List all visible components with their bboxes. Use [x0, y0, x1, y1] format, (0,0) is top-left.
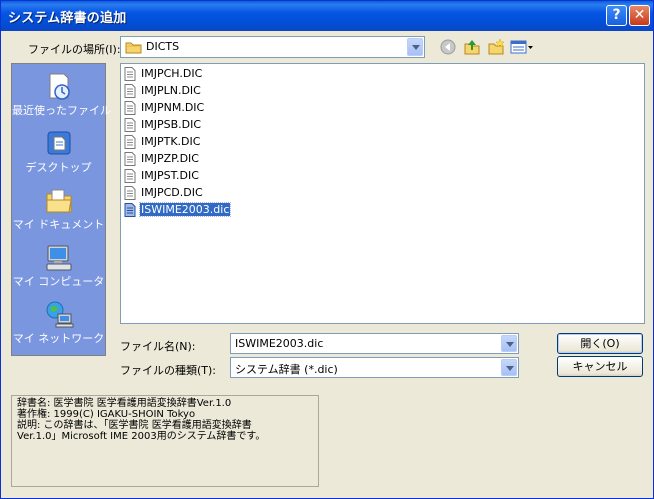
- dictionary-file-icon: [124, 67, 136, 81]
- dictionary-file-icon: [124, 84, 136, 98]
- dictionary-description: 辞書名: 医学書院 医学看護用語変換辞書Ver.1.0 著作権: 1999(C)…: [11, 395, 319, 487]
- cancel-button[interactable]: キャンセル: [557, 356, 643, 377]
- file-item[interactable]: IMJPST.DIC: [124, 168, 364, 184]
- new-folder-icon[interactable]: [487, 38, 505, 56]
- place-label: マイ ネットワーク: [12, 332, 105, 345]
- dictionary-file-icon: [124, 101, 136, 115]
- dictionary-file-icon: [124, 152, 136, 166]
- file-item[interactable]: IMJPSB.DIC: [124, 117, 364, 133]
- description-line: 著作権: 1999(C) IGAKU-SHOIN Tokyo: [17, 409, 196, 420]
- my-network-icon: [46, 301, 74, 328]
- file-item[interactable]: IMJPNM.DIC: [124, 100, 364, 116]
- look-in-label: ファイルの場所(I):: [28, 43, 121, 56]
- place-label: デスクトップ: [25, 161, 92, 174]
- chevron-down-icon[interactable]: [501, 335, 517, 352]
- title-bar[interactable]: システム辞書の追加 ? ✕: [1, 1, 653, 31]
- dictionary-file-icon: [124, 169, 136, 183]
- view-menu-icon[interactable]: [510, 38, 534, 56]
- file-name-input[interactable]: ISWIME2003.dic: [230, 333, 519, 354]
- file-name: IMJPSB.DIC: [141, 118, 202, 131]
- help-button[interactable]: ?: [606, 5, 627, 26]
- chevron-down-icon[interactable]: [407, 38, 423, 56]
- place-my-network[interactable]: マイ ネットワーク: [12, 296, 105, 352]
- file-item[interactable]: IMJPTK.DIC: [124, 134, 364, 150]
- dictionary-file-icon: [124, 118, 136, 132]
- file-item[interactable]: IMJPCD.DIC: [124, 185, 364, 201]
- place-label: マイ コンピュータ: [12, 275, 105, 288]
- file-item[interactable]: IMJPCH.DIC: [124, 66, 364, 82]
- place-recent[interactable]: 最近使ったファイル: [12, 68, 111, 124]
- look-in-value: DICTS: [146, 40, 180, 53]
- open-button[interactable]: 開く(O): [557, 333, 643, 354]
- desktop-icon: [47, 131, 71, 155]
- dictionary-file-icon: [124, 135, 136, 149]
- file-type-value: システム辞書 (*.dic): [235, 363, 338, 376]
- my-documents-icon: [46, 189, 72, 213]
- file-name: IMJPCH.DIC: [141, 67, 203, 80]
- file-item[interactable]: IMJPZP.DIC: [124, 151, 364, 167]
- description-line: 辞書名: 医学書院 医学看護用語変換辞書Ver.1.0: [17, 398, 232, 409]
- file-item[interactable]: IMJPLN.DIC: [124, 83, 364, 99]
- file-name: IMJPCD.DIC: [141, 186, 203, 199]
- description-line: Ver.1.0」Microsoft IME 2003用のシステム辞書です。: [17, 431, 266, 442]
- add-system-dictionary-dialog: システム辞書の追加 ? ✕ ファイルの場所(I): DICTS 最近使ったファイ…: [0, 0, 654, 499]
- place-label: 最近使ったファイル: [12, 104, 111, 117]
- file-name-label: ファイル名(N):: [120, 340, 196, 353]
- place-label: マイ ドキュメント: [12, 218, 105, 231]
- file-item-selected[interactable]: ISWIME2003.dic: [124, 202, 364, 218]
- description-line: 説明: この辞書は、「医学書院 医学看護用語変換辞書: [17, 420, 252, 431]
- back-icon[interactable]: [439, 38, 457, 56]
- look-in-dropdown[interactable]: DICTS: [120, 36, 425, 58]
- file-name: IMJPTK.DIC: [141, 135, 201, 148]
- file-list[interactable]: IMJPCH.DIC IMJPLN.DIC IMJPNM.DIC IMJPSB.…: [120, 63, 645, 324]
- place-desktop[interactable]: デスクトップ: [12, 125, 105, 181]
- place-my-computer[interactable]: マイ コンピュータ: [12, 239, 105, 295]
- file-name-value: ISWIME2003.dic: [235, 337, 324, 350]
- folder-icon: [125, 42, 142, 54]
- up-folder-icon[interactable]: [463, 38, 481, 56]
- file-name: IMJPST.DIC: [141, 169, 199, 182]
- dictionary-file-icon: [124, 203, 136, 217]
- chevron-down-icon[interactable]: [501, 359, 517, 376]
- my-computer-icon: [46, 245, 72, 271]
- file-name: ISWIME2003.dic: [138, 202, 232, 217]
- recent-documents-icon: [49, 73, 70, 100]
- close-button[interactable]: ✕: [629, 5, 650, 26]
- place-my-documents[interactable]: マイ ドキュメント: [12, 182, 105, 238]
- window-title: システム辞書の追加: [8, 11, 127, 26]
- file-name: IMJPLN.DIC: [141, 84, 201, 97]
- dictionary-file-icon: [124, 186, 136, 200]
- file-name: IMJPNM.DIC: [141, 101, 205, 114]
- file-type-label: ファイルの種類(T):: [120, 364, 217, 377]
- file-type-dropdown[interactable]: システム辞書 (*.dic): [230, 357, 519, 378]
- places-bar: 最近使ったファイル デスクトップ マイ ドキュメント マイ コンピュータ マイ …: [11, 63, 111, 356]
- file-name: IMJPZP.DIC: [141, 152, 199, 165]
